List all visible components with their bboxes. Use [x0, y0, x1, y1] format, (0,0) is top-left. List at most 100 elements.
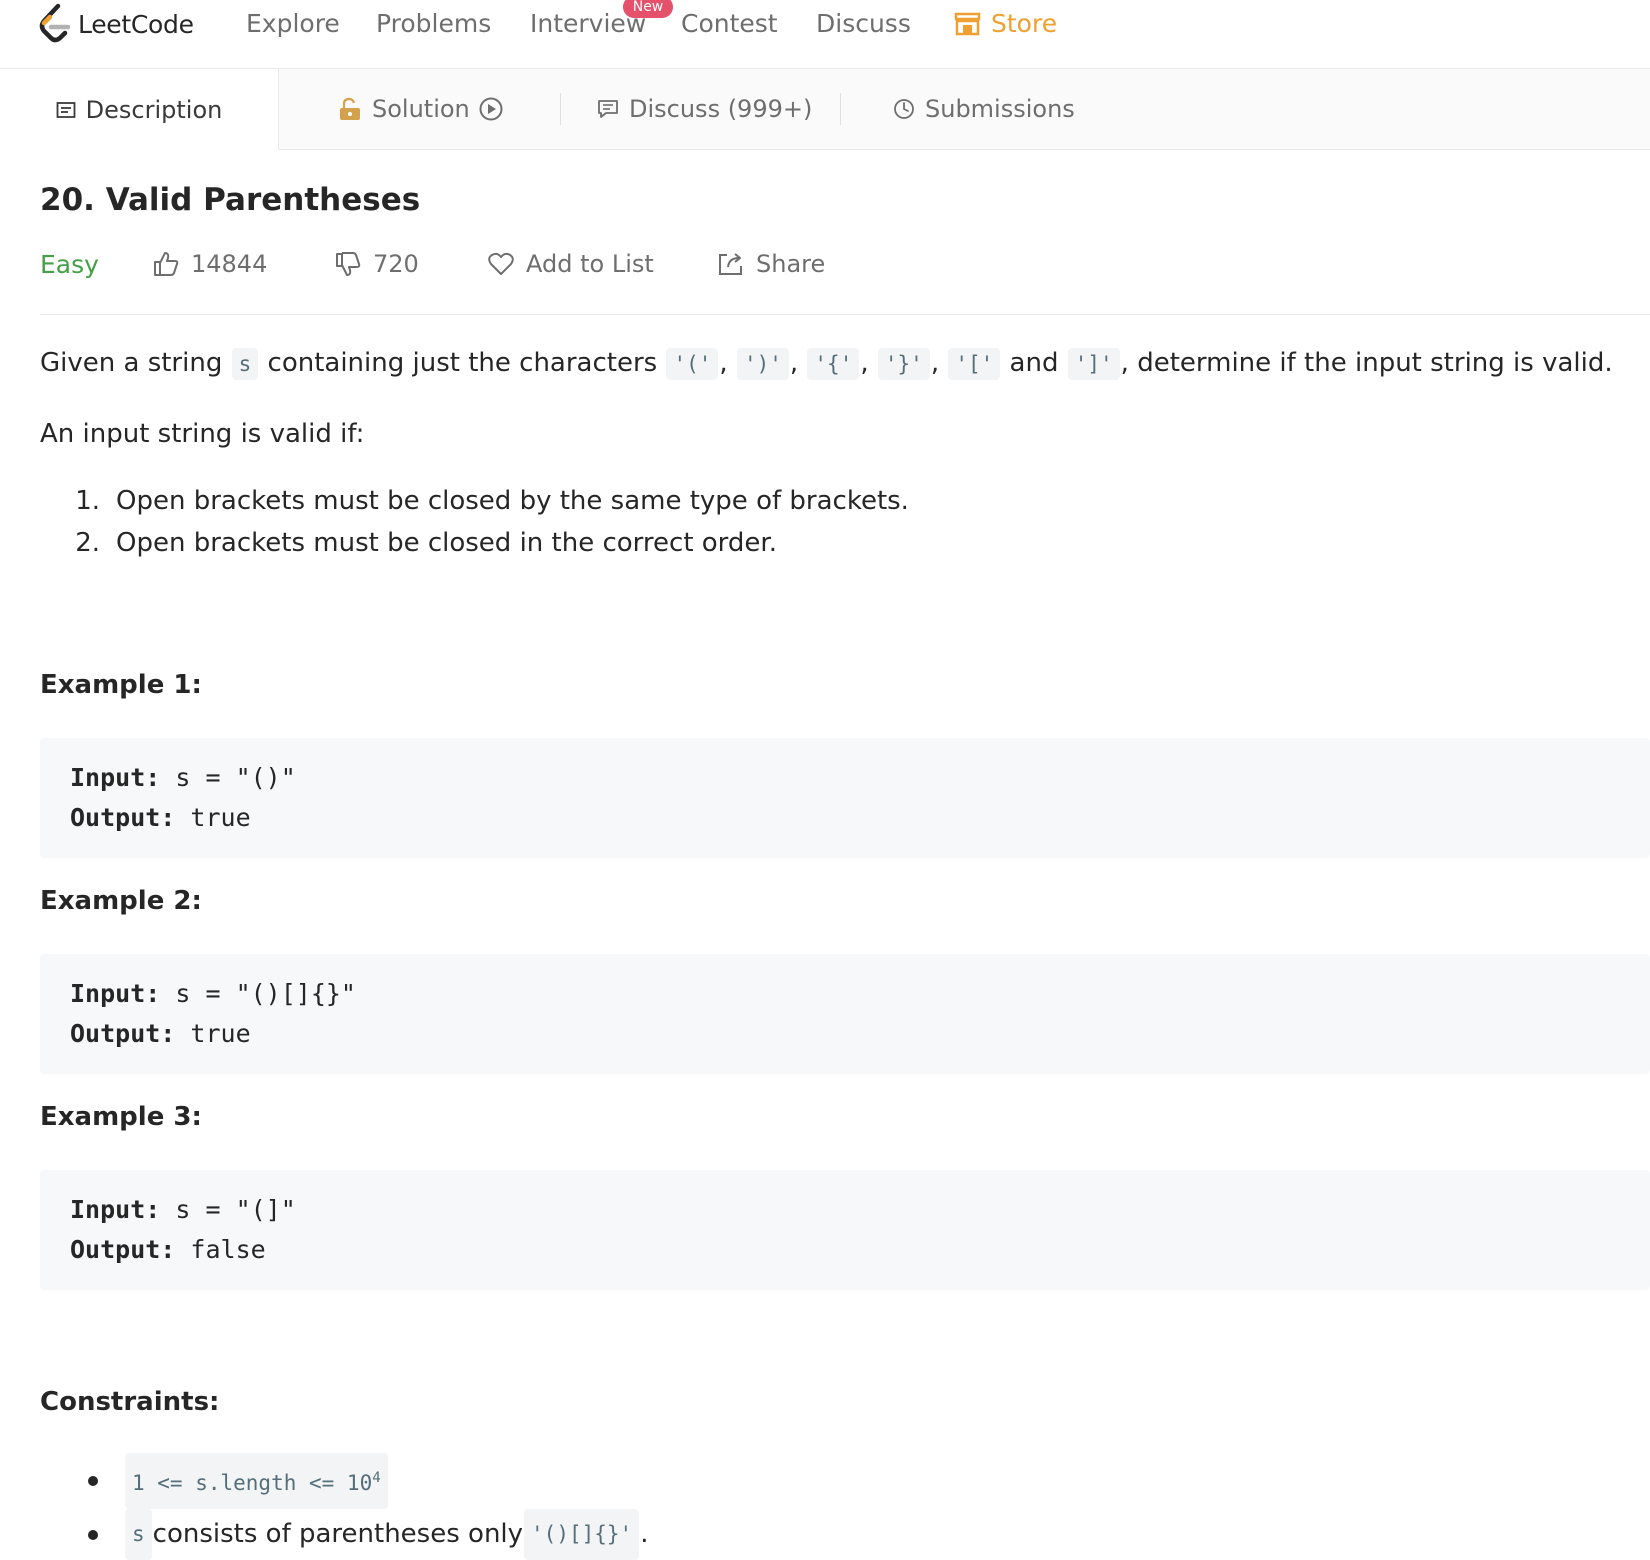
- inline-code: '}': [877, 348, 930, 380]
- tab-solution[interactable]: Solution: [338, 69, 504, 149]
- example-output-line: Output: true: [70, 798, 1650, 838]
- leetcode-logo[interactable]: LeetCode: [38, 2, 194, 46]
- inline-code: s: [231, 348, 259, 380]
- tab-discuss[interactable]: Discuss (999+): [597, 69, 812, 149]
- heart-icon: [488, 252, 514, 275]
- nav-store[interactable]: Store: [954, 8, 1057, 40]
- output-label: Output:: [70, 803, 176, 832]
- validity-rules: 1. Open brackets must be closed by the sa…: [40, 480, 909, 564]
- tab-description-label: Description: [85, 95, 223, 124]
- example-heading: Example 3:: [40, 1102, 202, 1132]
- tab-submissions-label: Submissions: [925, 95, 1075, 123]
- constraints-list: 1 <= s.length <= 104 s consists of paren…: [40, 1453, 648, 1560]
- input-value: s = "()": [160, 763, 296, 792]
- leetcode-logo-icon: [39, 3, 71, 43]
- example-input-line: Input: s = "()[]{}": [70, 974, 1650, 1014]
- input-label: Input:: [70, 979, 161, 1008]
- problem-meta-bar: Easy 14844 720 Add to List Share: [40, 250, 1650, 284]
- nav-contest[interactable]: Contest: [681, 8, 778, 40]
- add-to-list-label: Add to List: [526, 250, 654, 278]
- example-heading: Example 1:: [40, 670, 202, 700]
- constraint-text: consists of parentheses only: [152, 1519, 524, 1549]
- example-output-line: Output: false: [70, 1230, 1650, 1270]
- dislike-button[interactable]: 720: [335, 250, 419, 278]
- tab-submissions[interactable]: Submissions: [893, 69, 1075, 149]
- logo-text: LeetCode: [78, 9, 194, 39]
- output-value: false: [175, 1235, 266, 1264]
- dislike-count: 720: [373, 250, 419, 278]
- share-button[interactable]: Share: [718, 250, 825, 278]
- comma: ,: [789, 348, 807, 378]
- input-value: s = "()[]{}": [160, 979, 356, 1008]
- meta-divider: [40, 314, 1650, 315]
- list-item: s consists of parentheses only '()[]{}'.: [40, 1509, 648, 1560]
- output-label: Output:: [70, 1019, 176, 1048]
- store-icon: [954, 12, 981, 36]
- problem-title: 20. Valid Parentheses: [40, 182, 421, 218]
- inline-code: '{': [807, 348, 860, 380]
- example-block: Input: s = "()[]{}" Output: true: [40, 954, 1650, 1074]
- like-count: 14844: [191, 250, 268, 278]
- output-label: Output:: [70, 1235, 176, 1264]
- list-number: 2.: [75, 528, 100, 558]
- rule-text: Open brackets must be closed by the same…: [116, 486, 909, 516]
- nav-problems[interactable]: Problems: [376, 8, 491, 40]
- comma: ,: [930, 348, 948, 378]
- exponent: 4: [372, 1470, 381, 1486]
- statement-text: and: [1001, 348, 1067, 378]
- example-block: Input: s = "()" Output: true: [40, 738, 1650, 858]
- share-label: Share: [756, 250, 826, 278]
- comma: ,: [860, 348, 877, 378]
- inline-code: s: [125, 1509, 152, 1560]
- inline-code: ')': [736, 348, 789, 380]
- store-label: Store: [991, 9, 1058, 38]
- list-number: 1.: [75, 486, 100, 516]
- rule-text: Open brackets must be closed in the corr…: [116, 528, 777, 558]
- description-icon: [56, 101, 76, 118]
- output-value: true: [175, 803, 251, 832]
- example-block: Input: s = "(]" Output: false: [40, 1170, 1650, 1290]
- new-badge: New: [623, 0, 673, 18]
- list-item: 1. Open brackets must be closed by the sa…: [40, 480, 909, 522]
- tab-description[interactable]: Description: [0, 69, 279, 150]
- nav-explore[interactable]: Explore: [246, 8, 340, 40]
- list-item: 1 <= s.length <= 104: [40, 1453, 648, 1509]
- example-output-line: Output: true: [70, 1014, 1650, 1054]
- bullet: [88, 1529, 98, 1540]
- validity-intro: An input string is valid if:: [40, 419, 365, 449]
- inline-code: '()[]{}': [524, 1509, 640, 1560]
- problem-statement: Given a string s containing just the cha…: [40, 345, 1613, 382]
- comment-icon: [598, 100, 618, 118]
- example-input-line: Input: s = "(]": [70, 1190, 1650, 1230]
- clock-icon: [894, 99, 914, 119]
- lock-open-icon: [340, 97, 360, 120]
- bullet: [88, 1476, 98, 1486]
- difficulty-label: Easy: [40, 250, 99, 279]
- inline-code: '(': [666, 348, 719, 380]
- thumbs-up-icon: [154, 252, 179, 276]
- input-value: s = "(]": [160, 1195, 296, 1224]
- play-circle-icon: [479, 97, 503, 121]
- problem-tabs: Description Solution Discuss (999+) Subm…: [0, 69, 1650, 150]
- inline-code: 1 <= s.length <= 104: [125, 1453, 388, 1509]
- output-value: true: [175, 1019, 251, 1048]
- tab-separator: [840, 93, 841, 125]
- tab-solution-label: Solution: [372, 95, 470, 123]
- statement-text: Given a string: [40, 348, 231, 378]
- nav-discuss[interactable]: Discuss: [816, 8, 911, 40]
- statement-text: containing just the characters: [259, 348, 666, 378]
- inline-code: '[': [948, 348, 1001, 380]
- statement-text: , determine if the input string is valid…: [1120, 348, 1613, 378]
- comma: ,: [719, 348, 736, 378]
- like-button[interactable]: 14844: [153, 250, 267, 278]
- example-heading: Example 2:: [40, 886, 202, 916]
- share-icon: [719, 253, 742, 275]
- example-input-line: Input: s = "()": [70, 758, 1650, 798]
- list-item: 2. Open brackets must be closed in the co…: [40, 522, 909, 564]
- inline-code: ']': [1067, 348, 1120, 380]
- constraint-code: 1 <= s.length <= 10: [132, 1471, 373, 1495]
- thumbs-down-icon: [336, 252, 361, 276]
- input-label: Input:: [70, 1195, 161, 1224]
- add-to-list-button[interactable]: Add to List: [488, 250, 654, 278]
- tab-separator: [560, 93, 561, 125]
